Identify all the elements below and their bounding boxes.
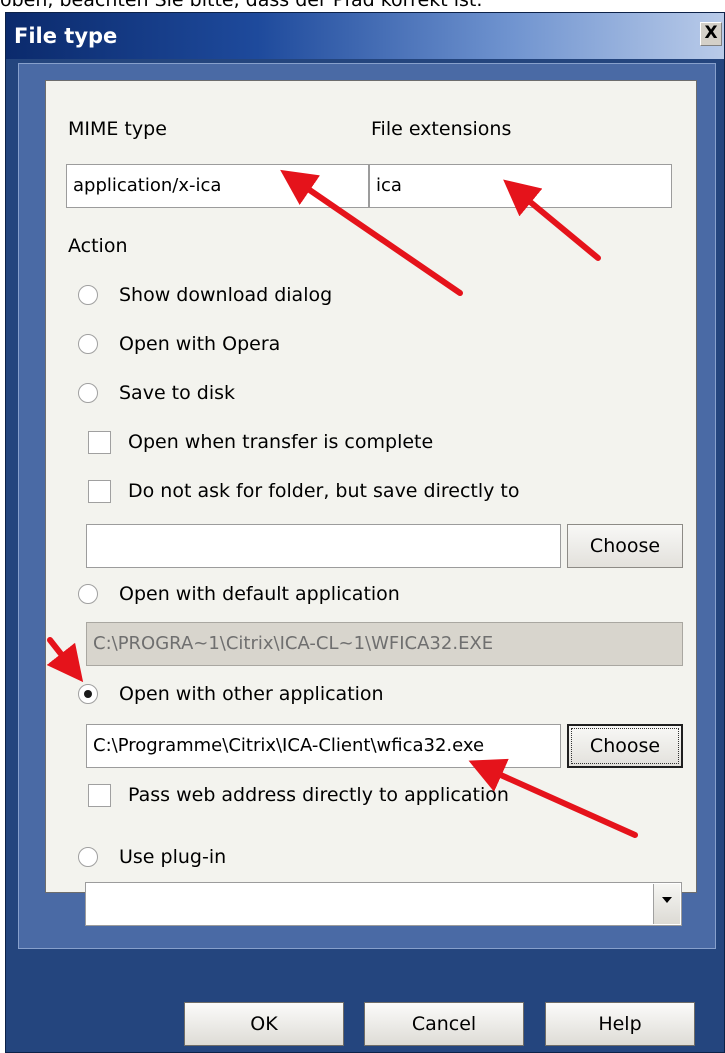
- radio-save-to-disk[interactable]: [78, 383, 98, 403]
- default-app-path-field: C:\PROGRA~1\Citrix\ICA-CL~1\WFICA32.EXE: [86, 622, 683, 666]
- checkbox-pass-web-address-label: Pass web address directly to application: [128, 784, 509, 806]
- checkbox-open-when-complete-label: Open when transfer is complete: [128, 431, 434, 453]
- mime-type-input[interactable]: application/x-ica: [66, 164, 369, 208]
- checkbox-open-when-complete[interactable]: [88, 431, 111, 454]
- other-app-path-input[interactable]: C:\Programme\Citrix\ICA-Client\wfica32.e…: [86, 724, 561, 768]
- action-label: Action: [68, 235, 128, 257]
- radio-save-to-disk-label: Save to disk: [119, 382, 236, 404]
- file-extensions-input[interactable]: ica: [369, 164, 672, 208]
- radio-show-download-dialog[interactable]: [78, 285, 98, 305]
- radio-use-plugin[interactable]: [78, 847, 98, 867]
- radio-open-with-other-app[interactable]: [78, 684, 98, 704]
- save-folder-input[interactable]: [86, 524, 561, 568]
- page-caption: oben, beachten Sie bitte, dass der Pfad …: [0, 0, 483, 11]
- file-extensions-label: File extensions: [371, 118, 512, 140]
- radio-open-with-other-app-label: Open with other application: [119, 683, 384, 705]
- choose-app-button-label: Choose: [589, 735, 661, 757]
- radio-open-with-default-app[interactable]: [78, 584, 98, 604]
- chevron-down-icon[interactable]: [653, 884, 680, 924]
- checkbox-do-not-ask-folder-label: Do not ask for folder, but save directly…: [128, 480, 520, 502]
- cancel-button[interactable]: Cancel: [364, 1002, 524, 1046]
- radio-show-download-dialog-label: Show download dialog: [119, 284, 333, 306]
- close-button[interactable]: X: [700, 22, 722, 46]
- radio-open-with-default-app-label: Open with default application: [119, 583, 400, 605]
- title-bar[interactable]: File type X: [6, 13, 724, 59]
- checkbox-pass-web-address[interactable]: [88, 784, 111, 807]
- ok-button[interactable]: OK: [184, 1002, 344, 1046]
- radio-use-plugin-label: Use plug-in: [119, 846, 227, 868]
- settings-panel: MIME type File extensions application/x-…: [45, 80, 697, 893]
- choose-app-button[interactable]: Choose: [567, 724, 683, 768]
- help-button[interactable]: Help: [545, 1002, 695, 1046]
- radio-selected-dot: [84, 690, 92, 698]
- plugin-select[interactable]: [85, 882, 682, 926]
- radio-open-with-opera-label: Open with Opera: [119, 333, 281, 355]
- mime-type-label: MIME type: [68, 118, 167, 140]
- choose-folder-button[interactable]: Choose: [567, 524, 683, 568]
- radio-open-with-opera[interactable]: [78, 334, 98, 354]
- dialog-title: File type: [14, 24, 118, 48]
- checkbox-do-not-ask-folder[interactable]: [88, 480, 111, 503]
